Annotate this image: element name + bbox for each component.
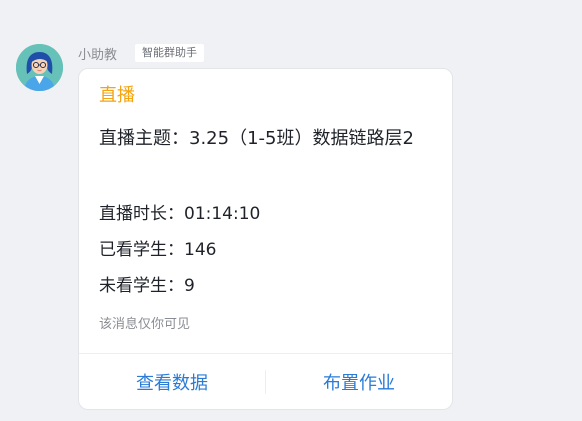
unwatched-students: 未看学生：9 [99,276,195,296]
watched-students: 已看学生：146 [99,240,217,260]
sender-row: 小助教 智能群助手 [78,42,205,64]
teacher-avatar-icon [16,44,63,91]
card-title: 直播 [99,85,135,106]
chat-area: 小助教 智能群助手 直播 直播主题：3.25（1-5班）数据链路层2 直播时长：… [0,0,582,421]
live-topic: 直播主题：3.25（1-5班）数据链路层2 [99,128,414,149]
sender-name[interactable]: 小助教 [78,44,117,63]
live-duration: 直播时长：01:14:10 [99,204,261,224]
card-actions: 查看数据 布置作业 [79,354,452,410]
sender-tag-badge: 智能群助手 [135,44,205,62]
assign-homework-button[interactable]: 布置作业 [266,369,452,395]
avatar[interactable] [16,44,63,91]
view-data-button[interactable]: 查看数据 [79,369,265,395]
visibility-notice: 该消息仅你可见 [99,317,191,332]
live-stream-card: 直播 直播主题：3.25（1-5班）数据链路层2 直播时长：01:14:10 已… [78,68,453,410]
